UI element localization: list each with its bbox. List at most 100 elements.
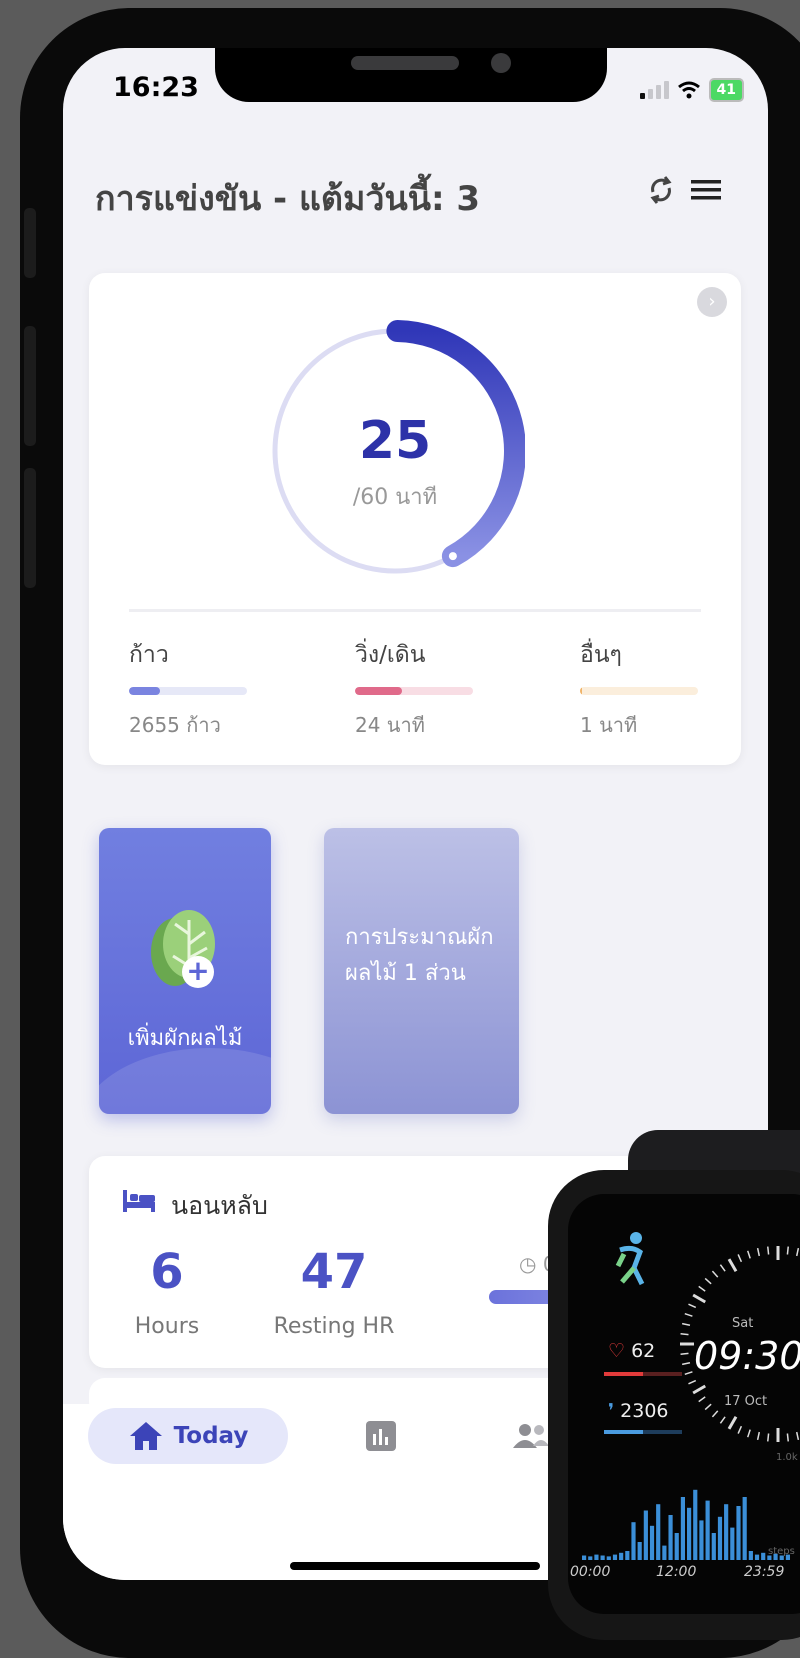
- dial-tick: [756, 1247, 761, 1257]
- dial-tick: [767, 1246, 770, 1255]
- dial-tick: [680, 1352, 689, 1355]
- watch-chart-max: 1.0k: [776, 1452, 798, 1463]
- wifi-icon: [677, 81, 700, 99]
- step-bar: [754, 1554, 760, 1560]
- step-bar: [606, 1556, 611, 1560]
- dial-tick: [680, 1333, 689, 1336]
- metric-bar: [355, 687, 473, 695]
- dial-tick: [704, 1403, 712, 1411]
- metric-steps: ก้าว 2655 ก้าว: [129, 637, 247, 741]
- metric-other: อื่นๆ 1 นาที: [580, 637, 698, 741]
- dial-tick: [692, 1384, 707, 1395]
- sync-icon[interactable]: [641, 170, 681, 210]
- dial-tick: [711, 1410, 719, 1418]
- step-bar: [687, 1507, 692, 1560]
- dial-tick: [698, 1285, 706, 1292]
- watch-steps: ❜ 2306: [608, 1400, 669, 1422]
- heart-rate-bar: [604, 1372, 682, 1376]
- divider: [129, 609, 701, 612]
- step-bar: [705, 1500, 710, 1560]
- step-bar: [625, 1551, 630, 1560]
- dial-tick: [684, 1371, 693, 1375]
- dial-tick: [767, 1433, 770, 1442]
- watch-steps-chart: [582, 1489, 790, 1560]
- plus-icon: +: [182, 956, 214, 988]
- step-bar: [711, 1533, 716, 1560]
- step-bar: [656, 1504, 661, 1560]
- metric-bar-fill: [355, 687, 403, 695]
- step-bar: [693, 1489, 698, 1560]
- volume-down-button: [24, 468, 36, 588]
- menu-icon[interactable]: [687, 170, 725, 210]
- add-veggie-label: เพิ่มผักผลไม้: [127, 1026, 243, 1051]
- steps-bar: [604, 1430, 682, 1434]
- step-bar: [582, 1555, 587, 1560]
- dial-tick: [688, 1303, 697, 1309]
- watch-screen: Sat 09:30 17 Oct ♡ 62 ❜ 2306 1.0k steps …: [568, 1194, 800, 1614]
- dial-tick: [711, 1270, 719, 1278]
- dial-tick: [737, 1425, 743, 1434]
- metric-bar-fill: [580, 687, 583, 695]
- dial-tick: [747, 1429, 751, 1438]
- resting-hr-label: Resting HR: [273, 1314, 395, 1339]
- step-bar: [724, 1504, 729, 1560]
- tab-stats-icon[interactable]: [365, 1420, 397, 1452]
- metric-label: ก้าว: [129, 642, 169, 668]
- metric-bar: [129, 687, 247, 695]
- metric-run-walk: วิ่ง/เดิน 24 นาที: [355, 637, 473, 741]
- chevron-right-icon[interactable]: ›: [697, 287, 727, 317]
- sleep-hours-label: Hours: [134, 1314, 200, 1339]
- step-bar: [761, 1552, 766, 1560]
- step-bar: [631, 1522, 636, 1560]
- watch-x-label: 12:00: [656, 1564, 697, 1580]
- metric-label: วิ่ง/เดิน: [355, 642, 426, 668]
- footprint-icon: ❜: [608, 1400, 615, 1422]
- tab-today[interactable]: Today: [88, 1408, 288, 1464]
- step-bar: [600, 1555, 605, 1560]
- watch-date: 17 Oct: [724, 1394, 768, 1409]
- step-bar: [742, 1497, 747, 1560]
- front-camera: [491, 53, 511, 73]
- step-bar: [637, 1542, 642, 1560]
- smartwatch-overlay: Sat 09:30 17 Oct ♡ 62 ❜ 2306 1.0k steps …: [548, 1130, 800, 1640]
- step-bar: [717, 1516, 723, 1560]
- dial-tick: [681, 1322, 691, 1327]
- step-bar: [730, 1527, 735, 1560]
- watch-heart-rate: ♡ 62: [608, 1340, 655, 1362]
- veggie-portion-tile[interactable]: การประมาณผักผลไม้ 1 ส่วน: [324, 828, 519, 1114]
- watch-x-label: 00:00: [570, 1564, 611, 1580]
- veggie-portion-text: การประมาณผักผลไม้ 1 ส่วน: [345, 925, 494, 986]
- status-icons: 41: [639, 78, 744, 102]
- activity-card[interactable]: › 25 /60 นาที ก้าว 2655 ก้าว วิ่ง/เดิน 2…: [89, 273, 741, 765]
- step-bar: [674, 1533, 679, 1560]
- dial-tick: [747, 1250, 751, 1259]
- dial-tick: [727, 1415, 738, 1430]
- step-bar: [680, 1497, 685, 1560]
- dial-tick: [727, 1258, 738, 1273]
- dial-tick: [681, 1361, 691, 1366]
- dial-tick: [737, 1254, 743, 1263]
- steps-value: 2306: [620, 1400, 669, 1422]
- step-bar: [612, 1554, 618, 1560]
- clock-icon: ◷: [519, 1252, 537, 1276]
- home-icon: [129, 1422, 162, 1450]
- add-veggie-tile[interactable]: + เพิ่มผักผลไม้: [99, 828, 271, 1114]
- metric-bar-fill: [129, 687, 160, 695]
- resting-hr-value: 47: [300, 1244, 368, 1300]
- runner-logo-icon: [615, 1232, 645, 1286]
- metric-bar: [580, 687, 698, 695]
- notch: [215, 48, 607, 102]
- dial-tick: [692, 1293, 707, 1304]
- watch-x-label: 23:59: [744, 1564, 785, 1580]
- tab-friends-icon[interactable]: [511, 1422, 551, 1450]
- step-bar: [668, 1515, 673, 1560]
- dial-tick: [786, 1246, 789, 1255]
- step-bar: [643, 1510, 648, 1560]
- metric-value: 1 นาที: [580, 713, 638, 737]
- tile-decoration: [99, 1048, 271, 1114]
- activity-minutes: 25: [358, 411, 432, 471]
- step-bar: [699, 1520, 704, 1560]
- status-time: 16:23: [113, 72, 199, 103]
- metric-label: อื่นๆ: [580, 642, 622, 668]
- heart-rate-value: 62: [631, 1340, 656, 1362]
